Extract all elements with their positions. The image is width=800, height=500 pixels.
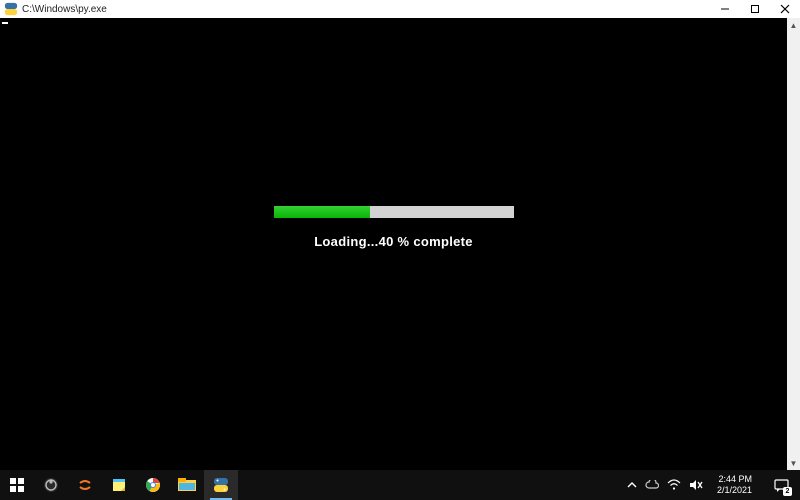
minimize-button[interactable] xyxy=(710,0,740,18)
console-client-area[interactable]: Loading...40 % complete xyxy=(0,18,787,470)
tray-overflow-button[interactable] xyxy=(627,470,637,500)
chrome-icon xyxy=(145,477,161,493)
taskbar: 2:44 PM 2/1/2021 2 xyxy=(0,470,800,500)
scrollbar-track[interactable] xyxy=(787,32,800,456)
vertical-scrollbar[interactable]: ▲ ▼ xyxy=(787,18,800,470)
start-button[interactable] xyxy=(0,470,34,500)
loading-prefix: Loading... xyxy=(314,234,378,249)
taskbar-item-file-explorer[interactable] xyxy=(170,470,204,500)
notification-badge: 2 xyxy=(783,487,792,496)
text-cursor xyxy=(2,22,8,24)
taskbar-item-chrome[interactable] xyxy=(136,470,170,500)
taskbar-item-sticky-notes[interactable] xyxy=(102,470,136,500)
python-icon xyxy=(213,477,229,493)
obs-icon xyxy=(43,477,59,493)
loading-widget: Loading...40 % complete xyxy=(274,206,514,249)
close-button[interactable] xyxy=(770,0,800,18)
window-controls xyxy=(710,0,800,18)
loading-text: Loading...40 % complete xyxy=(274,234,514,249)
scroll-down-arrow-icon[interactable]: ▼ xyxy=(787,456,800,470)
tray-onedrive[interactable] xyxy=(645,470,659,500)
taskbar-item-python[interactable] xyxy=(204,470,238,500)
progress-bar xyxy=(274,206,514,218)
system-tray: 2:44 PM 2/1/2021 2 xyxy=(623,470,800,500)
jupyter-icon xyxy=(77,477,93,493)
chevron-up-icon xyxy=(627,480,637,490)
window-title: C:\Windows\py.exe xyxy=(22,4,107,15)
tray-wifi[interactable] xyxy=(667,470,681,500)
window-titlebar: C:\Windows\py.exe xyxy=(0,0,800,18)
file-explorer-icon xyxy=(178,478,196,492)
maximize-button[interactable] xyxy=(740,0,770,18)
scroll-up-arrow-icon[interactable]: ▲ xyxy=(787,18,800,32)
clock-time: 2:44 PM xyxy=(718,474,752,485)
tray-volume[interactable] xyxy=(689,470,703,500)
python-launcher-icon xyxy=(4,2,18,16)
taskbar-item-obs[interactable] xyxy=(34,470,68,500)
cloud-icon xyxy=(645,480,659,490)
action-center-button[interactable]: 2 xyxy=(766,470,796,500)
taskbar-clock[interactable]: 2:44 PM 2/1/2021 xyxy=(711,474,758,496)
loading-percent: 40 xyxy=(379,234,394,249)
windows-logo-icon xyxy=(10,478,24,492)
sticky-notes-icon xyxy=(111,477,127,493)
taskbar-item-jupyter[interactable] xyxy=(68,470,102,500)
clock-date: 2/1/2021 xyxy=(717,485,752,496)
progress-bar-fill xyxy=(274,206,370,218)
wifi-icon xyxy=(667,479,681,491)
loading-suffix: % complete xyxy=(394,234,473,249)
volume-muted-icon xyxy=(689,479,703,491)
